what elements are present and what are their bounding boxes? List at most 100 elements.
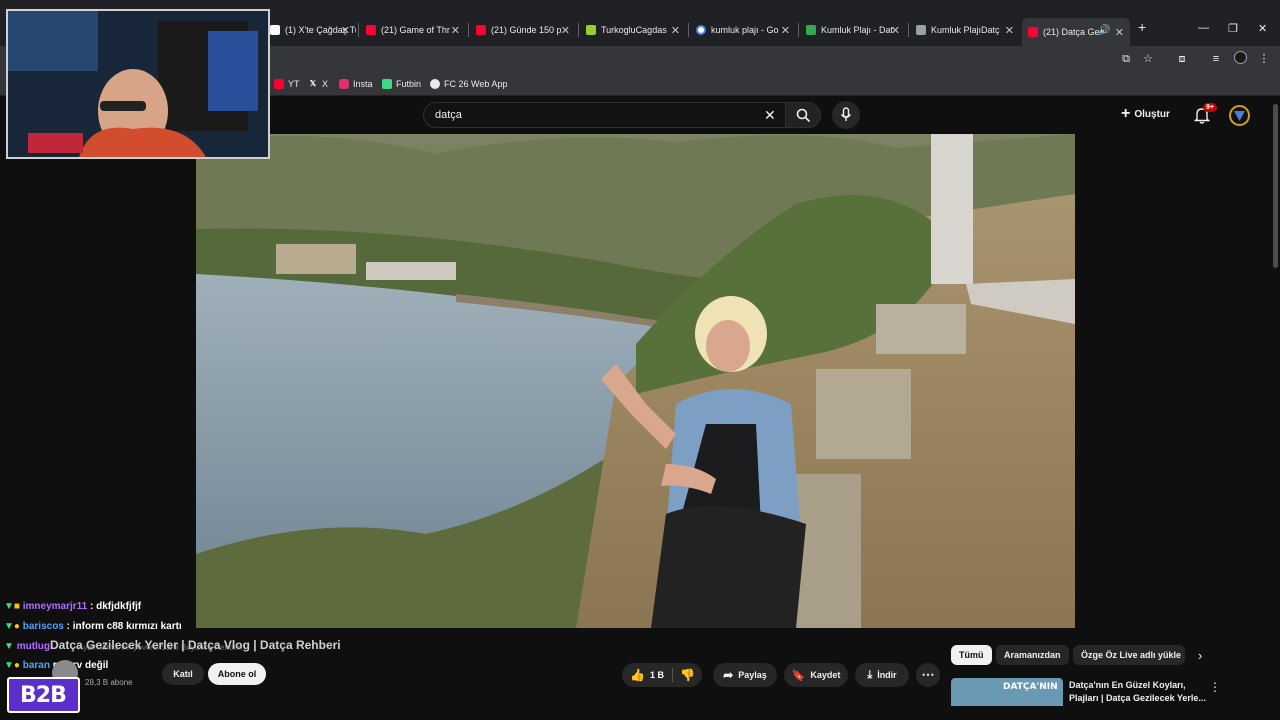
close-icon[interactable]: ✕ [1005, 24, 1014, 37]
video-player[interactable] [196, 134, 1075, 628]
bookmark-label: YT [288, 79, 300, 89]
media-control-icon[interactable]: ≡ [1208, 51, 1224, 67]
chip-from-search[interactable]: Aramanızdan [996, 645, 1069, 665]
chat-username: mutlug [16, 641, 51, 652]
chat-text: dkfjdkfjfjf [96, 601, 142, 612]
tab-title: Kumluk Plajı - Dat [821, 25, 894, 35]
bookmark-label: X [322, 79, 329, 89]
kick-icon [586, 25, 596, 35]
search-input[interactable]: datça ✕ [423, 102, 785, 128]
restore-button[interactable]: ❐ [1228, 22, 1238, 35]
tab-active[interactable]: (21) Datça Ge 🔊 ✕ [1022, 18, 1130, 46]
close-window-button[interactable]: ✕ [1258, 22, 1267, 35]
tab-title: (21) Game of Thr [381, 25, 450, 35]
tab-2[interactable]: (21) Game of Thr ✕ [360, 18, 466, 42]
thumbs-up-icon: 👍 [630, 668, 645, 682]
tab-title: TurkogluCagdas [601, 25, 667, 35]
close-icon[interactable]: ✕ [891, 24, 900, 37]
like-button[interactable]: 👍 1 B [622, 663, 672, 687]
close-icon[interactable]: ✕ [451, 24, 460, 37]
tab-4[interactable]: TurkogluCagdas ✕ [580, 18, 686, 42]
search-query: datça [435, 109, 462, 121]
bookmark-label: Insta [353, 79, 373, 89]
avatar[interactable] [1229, 105, 1250, 126]
subscriber-count: 28,3 B abone [85, 678, 133, 687]
new-tab-button[interactable]: + [1138, 19, 1146, 35]
tab-separator [908, 23, 909, 37]
bookmark-label: Futbin [396, 79, 422, 89]
search-button[interactable] [785, 102, 821, 128]
scrollbar-thumb[interactable] [1273, 104, 1278, 268]
streamer-logo-text: B2B [20, 683, 67, 708]
chevron-right-icon[interactable]: › [1198, 648, 1202, 663]
bookmark-x[interactable]: 𝕏 X [308, 76, 328, 92]
subscribe-button[interactable]: Abone ol [208, 663, 266, 685]
save-button[interactable]: 🔖 Kaydet [784, 663, 848, 687]
tab-5[interactable]: kumluk plajı - Go ✕ [690, 18, 796, 42]
gift-badge-icon: ● [13, 621, 20, 632]
minimize-button[interactable]: — [1198, 22, 1209, 34]
bookmark-futbin[interactable]: Futbin [382, 76, 421, 92]
youtube-icon [366, 25, 376, 35]
recommendation-title-line2[interactable]: Plajları | Datça Gezilecek Yerle... [1069, 693, 1206, 703]
close-icon[interactable]: ✕ [341, 24, 350, 37]
speaker-icon[interactable]: 🔊 [1098, 25, 1110, 36]
chat-separator: : [90, 601, 94, 612]
share-button[interactable]: ➦ Paylaş [713, 663, 777, 687]
close-icon[interactable]: ✕ [561, 24, 570, 37]
chat-username: imneymarjr11 [22, 601, 88, 612]
recommendation-thumbnail[interactable]: DATÇA'NIN [951, 678, 1063, 706]
moderator-badge-icon: ▼ [4, 641, 14, 652]
download-button[interactable]: ⤓ İndir [855, 663, 909, 687]
profile-avatar-icon[interactable] [1232, 51, 1248, 67]
bookmark-icon: 🔖 [791, 669, 806, 682]
voice-search-button[interactable] [832, 101, 860, 129]
more-actions-button[interactable]: ⋯ [916, 663, 940, 687]
youtube-icon [274, 79, 284, 89]
microphone-icon [840, 107, 852, 121]
bookmark-fc26[interactable]: FC 26 Web App [430, 76, 507, 92]
download-icon: ⤓ [867, 668, 873, 681]
notification-badge: 9+ [1203, 103, 1217, 112]
bookmark-yt[interactable]: YT [274, 76, 300, 92]
bookmark-insta[interactable]: Insta [339, 76, 373, 92]
dislike-button[interactable]: 👎 [673, 663, 702, 687]
plus-icon: + [1121, 105, 1131, 122]
share-icon: ➦ [723, 668, 734, 682]
clear-search-icon[interactable]: ✕ [764, 107, 776, 124]
like-count: 1 B [649, 670, 664, 680]
tab-7[interactable]: Kumluk PlajıDatç ✕ [910, 18, 1020, 42]
recommendation-title-line1[interactable]: Datça'nın En Güzel Koyları, [1069, 680, 1186, 690]
tab-6[interactable]: Kumluk Plajı - Dat ✕ [800, 18, 906, 42]
bookmark-star-icon[interactable]: ☆ [1140, 51, 1156, 67]
create-button[interactable]: + Oluştur [1121, 105, 1170, 122]
join-button[interactable]: Katıl [162, 663, 204, 685]
chip-uploader[interactable]: Özge Öz Live adlı yükle [1073, 645, 1185, 665]
youtube-icon [476, 25, 486, 35]
menu-kebab-icon[interactable]: ⋮ [1256, 51, 1272, 67]
tab-1[interactable]: (1) X'te Çağdaş Tu ✕ [264, 18, 356, 42]
close-icon[interactable]: ✕ [1115, 26, 1124, 39]
download-label: İndir [877, 670, 897, 680]
chat-message: ▼● bariscos : inform c88 kırmızı kartı [4, 621, 182, 632]
futbin-icon [382, 79, 392, 89]
install-app-icon[interactable]: ⧉ [1118, 51, 1134, 67]
tab-separator [358, 23, 359, 37]
tab-favicon [270, 25, 280, 35]
tab-3[interactable]: (21) Günde 150 p ✕ [470, 18, 576, 42]
chip-all[interactable]: Tümü [951, 645, 992, 665]
notifications-button[interactable]: 9+ [1193, 103, 1217, 124]
sheets-icon [806, 25, 816, 35]
moderator-badge-icon: ▼ [4, 660, 14, 671]
webcam-feed [8, 11, 268, 157]
close-icon[interactable]: ✕ [781, 24, 790, 37]
close-icon[interactable]: ✕ [671, 24, 680, 37]
tab-separator [578, 23, 579, 37]
like-dislike-group: 👍 1 B 👎 [622, 663, 702, 687]
youtube-icon [1028, 27, 1038, 37]
tab-separator [798, 23, 799, 37]
recommendation-menu-icon[interactable]: ⋮ [1209, 680, 1221, 694]
extensions-icon[interactable]: ⧈ [1174, 51, 1190, 67]
tab-title: (21) Datça Ge [1043, 27, 1100, 37]
video-frame [196, 134, 1075, 628]
